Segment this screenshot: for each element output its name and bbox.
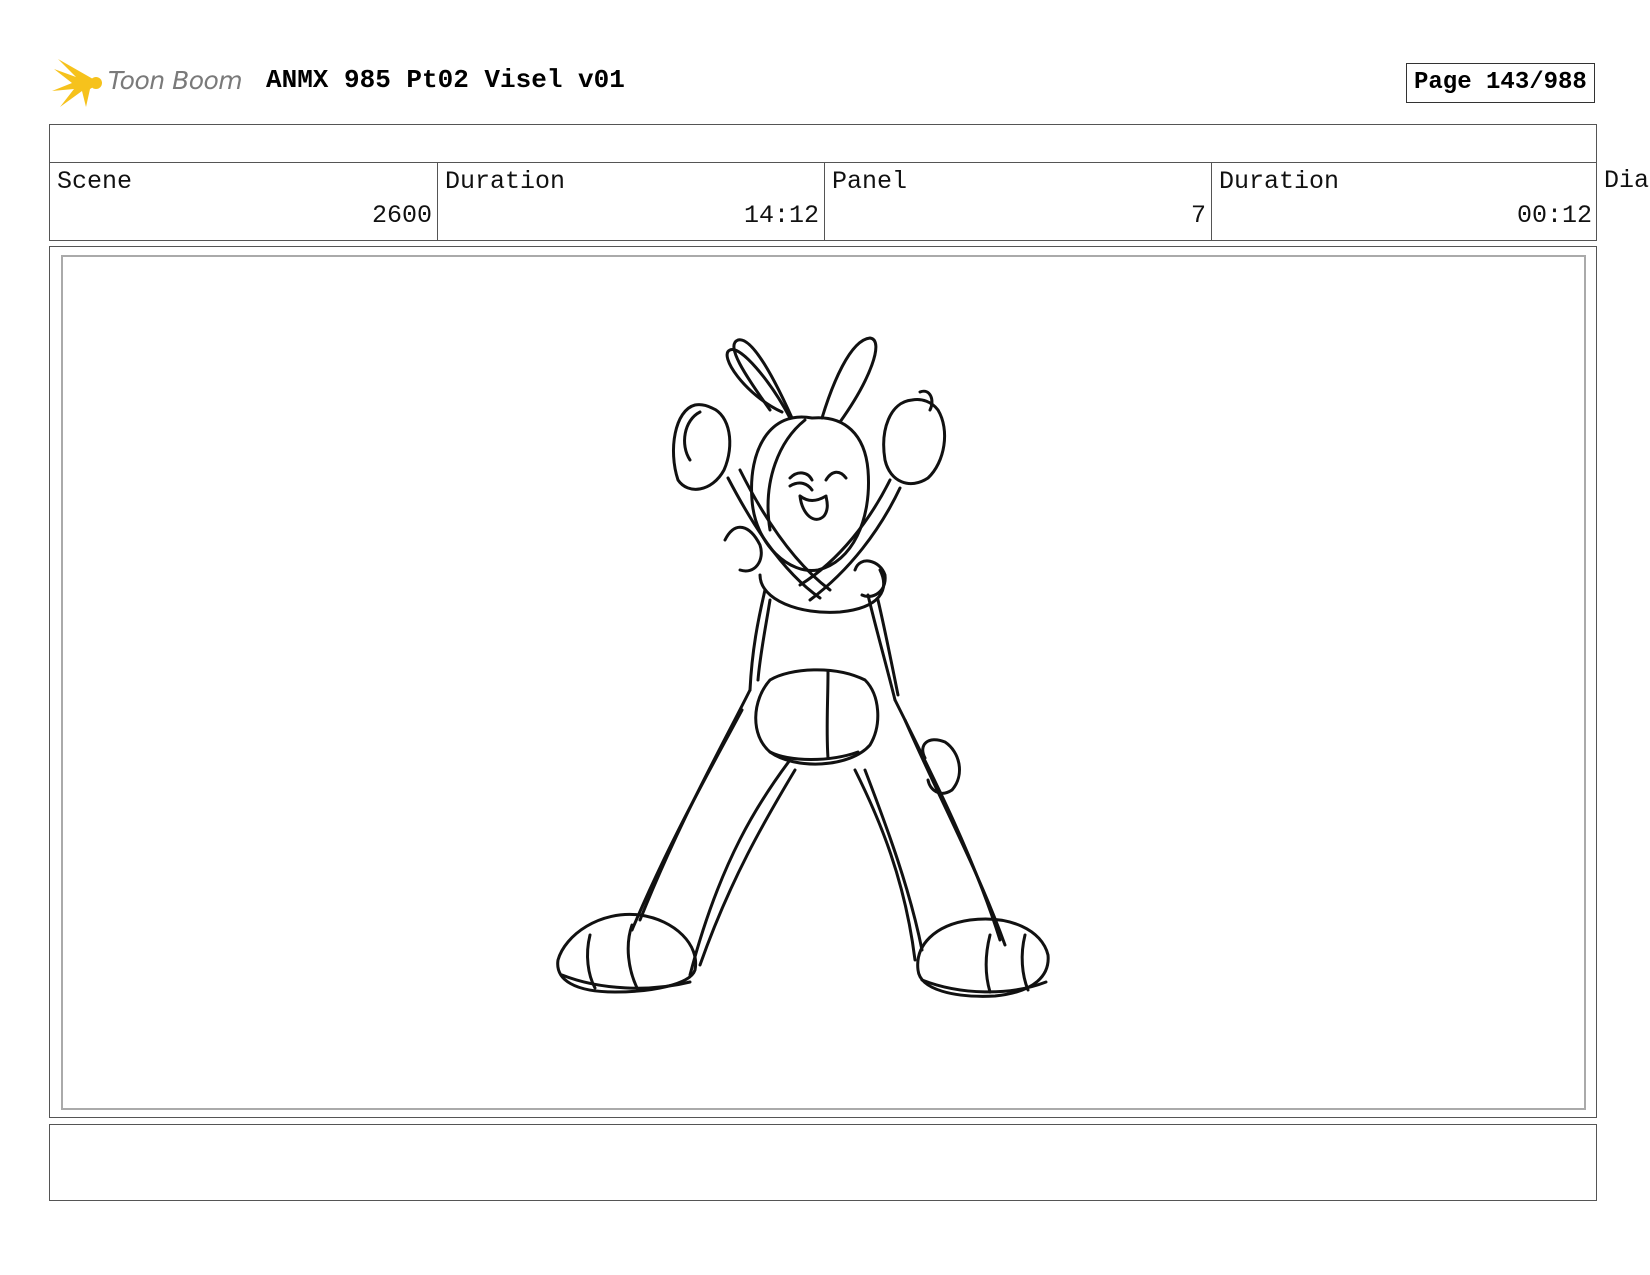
sketch-hand-right [882, 398, 947, 486]
sketch-eye-left [788, 471, 814, 482]
character-sketch [556, 336, 1050, 998]
sketch-leg-right-inner [853, 768, 917, 962]
sketch-belly [754, 668, 880, 766]
sketch-eye-right [824, 470, 848, 482]
sketch-hand-left [671, 403, 732, 491]
action-notes-box [49, 1124, 1597, 1201]
sketch-antenna-right [820, 336, 878, 424]
sketch-mouth [798, 494, 829, 521]
